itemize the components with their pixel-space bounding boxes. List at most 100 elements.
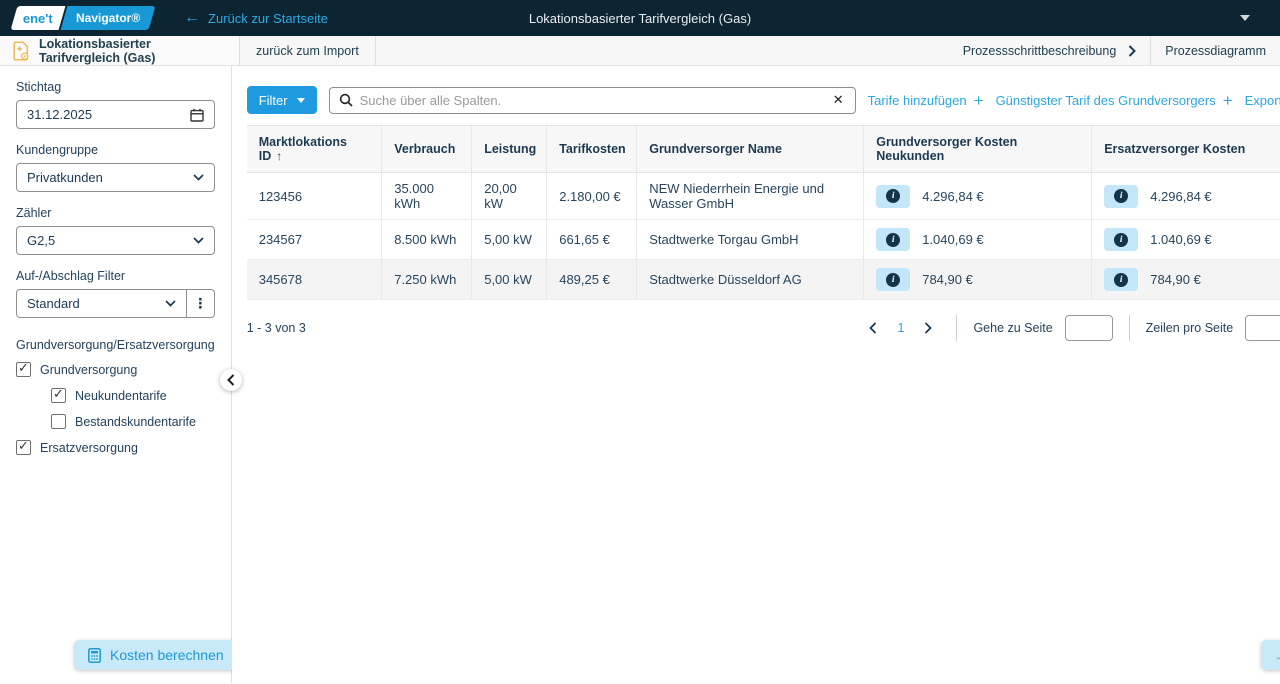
supply-checkbox-item[interactable]: Bestandskundentarife bbox=[51, 414, 215, 429]
info-icon: i bbox=[886, 273, 900, 287]
chevron-right-icon bbox=[1128, 45, 1136, 57]
sidebar-collapse-button[interactable] bbox=[220, 369, 242, 391]
checkbox[interactable] bbox=[16, 362, 31, 377]
page-number[interactable]: 1 bbox=[891, 321, 910, 335]
cell-leistung: 5,00 kW bbox=[472, 260, 547, 300]
column-header-grundversorger-name[interactable]: Grundversorger Name bbox=[637, 126, 864, 173]
cell-verbrauch: 7.250 kWh bbox=[382, 260, 472, 300]
back-link-label: Zurück zur Startseite bbox=[208, 11, 328, 26]
cell-leistung: 5,00 kW bbox=[472, 220, 547, 260]
pagination-nav: 1 bbox=[861, 316, 940, 340]
sidebar: Stichtag 31.12.2025 Kundengruppe Privatk… bbox=[0, 66, 232, 683]
search-input[interactable] bbox=[360, 93, 824, 108]
column-header-tarifkosten[interactable]: Tarifkosten bbox=[547, 126, 637, 173]
kundengruppe-select[interactable]: Privatkunden bbox=[16, 163, 215, 192]
cell-grundversorger-kosten: i 1.040,69 € bbox=[864, 220, 1092, 260]
zaehler-select[interactable]: G2,5 bbox=[16, 226, 215, 255]
cell-grundversorger-name: Stadtwerke Torgau GmbH bbox=[637, 220, 864, 260]
chevron-down-icon bbox=[297, 98, 305, 103]
abschlag-filter-select[interactable]: Standard bbox=[16, 289, 187, 318]
cell-ersatzversorger-kosten: i 784,90 € bbox=[1092, 260, 1280, 300]
column-header-ersatzversorger-kosten[interactable]: Ersatzversorger Kosten bbox=[1092, 126, 1280, 173]
tab-zurueck-zum-import[interactable]: zurück zum Import bbox=[240, 36, 376, 65]
tabbar-spacer bbox=[376, 36, 949, 65]
supply-checkbox-item[interactable]: Grundversorgung bbox=[16, 362, 215, 377]
info-icon-button[interactable]: i bbox=[1104, 228, 1138, 251]
cell-tarifkosten: 2.180,00 € bbox=[547, 173, 637, 220]
stichtag-value: 31.12.2025 bbox=[27, 107, 92, 122]
brand-logo: ene't bbox=[11, 6, 66, 30]
plus-icon: + bbox=[974, 92, 984, 109]
supply-checkbox-list: Grundversorgung Neukundentarife Bestands… bbox=[16, 362, 215, 455]
table-row[interactable]: 345678 7.250 kWh 5,00 kW 489,25 € Stadtw… bbox=[247, 260, 1280, 300]
process-diagram-link[interactable]: Prozessdiagramm bbox=[1150, 36, 1280, 65]
grundversorger-kosten-value: 1.040,69 € bbox=[922, 232, 983, 247]
cell-ersatzversorger-kosten: i 4.296,84 € bbox=[1092, 173, 1280, 220]
cell-grundversorger-kosten: i 4.296,84 € bbox=[864, 173, 1092, 220]
filter-button-label: Filter bbox=[259, 93, 288, 108]
column-label: Grundversorger Name bbox=[649, 142, 782, 156]
chevron-down-icon bbox=[193, 237, 204, 244]
info-icon-button[interactable]: i bbox=[1104, 268, 1138, 291]
next-page-icon[interactable] bbox=[916, 316, 940, 340]
checkbox[interactable] bbox=[51, 414, 66, 429]
info-icon-button[interactable]: i bbox=[876, 268, 910, 291]
next-step-button[interactable]: → bbox=[1261, 640, 1280, 670]
calculator-icon bbox=[88, 648, 101, 663]
checkbox[interactable] bbox=[16, 440, 31, 455]
column-header-marktlokations-id[interactable]: Marktlokations ID↑ bbox=[247, 126, 382, 173]
cell-marktlokations-id: 234567 bbox=[247, 220, 382, 260]
cell-verbrauch: 8.500 kWh bbox=[382, 220, 472, 260]
info-icon-button[interactable]: i bbox=[876, 185, 910, 208]
supply-checkbox-item[interactable]: Ersatzversorgung bbox=[16, 440, 215, 455]
active-tab-label: Lokationsbasierter Tarifvergleich (Gas) bbox=[39, 37, 227, 65]
clear-search-icon[interactable]: ✕ bbox=[831, 92, 846, 108]
checkbox-label: Bestandskundentarife bbox=[75, 415, 196, 429]
calculate-costs-button[interactable]: Kosten berechnen bbox=[74, 640, 238, 670]
grundversorger-kosten-value: 784,90 € bbox=[922, 272, 973, 287]
divider bbox=[956, 315, 957, 341]
tab-tarifvergleich-active[interactable]: Lokationsbasierter Tarifvergleich (Gas) bbox=[0, 36, 240, 65]
add-tariffs-button[interactable]: Tarife hinzufügen + bbox=[868, 92, 984, 109]
cell-marktlokations-id: 345678 bbox=[247, 260, 382, 300]
table-row[interactable]: 123456 35.000 kWh 20,00 kW 2.180,00 € NE… bbox=[247, 173, 1280, 220]
info-icon-button[interactable]: i bbox=[876, 228, 910, 251]
calendar-icon[interactable] bbox=[190, 108, 204, 122]
column-header-grundversorger-kosten[interactable]: Grundversorger Kosten Neukunden bbox=[864, 126, 1092, 173]
abschlag-filter-value: Standard bbox=[27, 296, 80, 311]
divider bbox=[1129, 315, 1130, 341]
rows-per-page-select[interactable] bbox=[1245, 315, 1280, 341]
chevron-down-icon[interactable] bbox=[1240, 15, 1250, 21]
zaehler-value: G2,5 bbox=[27, 233, 55, 248]
product-logo: Navigator® bbox=[60, 6, 155, 30]
back-to-start-link[interactable]: ← Zurück zur Startseite bbox=[184, 10, 328, 26]
filter-button[interactable]: Filter bbox=[247, 86, 317, 114]
column-header-leistung[interactable]: Leistung bbox=[472, 126, 547, 173]
document-plus-icon bbox=[12, 41, 30, 61]
checkbox[interactable] bbox=[51, 388, 66, 403]
kundengruppe-value: Privatkunden bbox=[27, 170, 103, 185]
column-label: Ersatzversorger Kosten bbox=[1104, 142, 1245, 156]
process-step-label: Prozessschrittbeschreibung bbox=[963, 44, 1117, 58]
search-box: ✕ bbox=[329, 87, 856, 114]
goto-page-input[interactable] bbox=[1065, 315, 1113, 341]
grundversorger-kosten-value: 4.296,84 € bbox=[922, 189, 983, 204]
cheapest-tariff-button[interactable]: Günstigster Tarif des Grundversorgers + bbox=[996, 92, 1233, 109]
table-row[interactable]: 234567 8.500 kWh 5,00 kW 661,65 € Stadtw… bbox=[247, 220, 1280, 260]
kebab-menu-icon[interactable]: ⋮ bbox=[187, 289, 215, 318]
add-tariffs-label: Tarife hinzufügen bbox=[868, 93, 967, 108]
kundengruppe-label: Kundengruppe bbox=[16, 143, 215, 157]
arrow-right-icon: → bbox=[1273, 645, 1280, 666]
pagination-range: 1 - 3 von 3 bbox=[247, 321, 862, 335]
supply-checkbox-item[interactable]: Neukundentarife bbox=[51, 388, 215, 403]
column-header-verbrauch[interactable]: Verbrauch bbox=[382, 126, 472, 173]
previous-page-icon[interactable] bbox=[861, 316, 885, 340]
info-icon: i bbox=[1114, 233, 1128, 247]
stichtag-date-input[interactable]: 31.12.2025 bbox=[16, 100, 215, 129]
info-icon-button[interactable]: i bbox=[1104, 185, 1138, 208]
column-label: Marktlokations ID bbox=[259, 135, 347, 163]
export-button[interactable]: Export bbox=[1245, 93, 1280, 108]
plus-icon: + bbox=[1223, 92, 1233, 109]
process-step-description-link[interactable]: Prozessschrittbeschreibung bbox=[949, 36, 1151, 65]
chevron-down-icon bbox=[165, 300, 176, 307]
